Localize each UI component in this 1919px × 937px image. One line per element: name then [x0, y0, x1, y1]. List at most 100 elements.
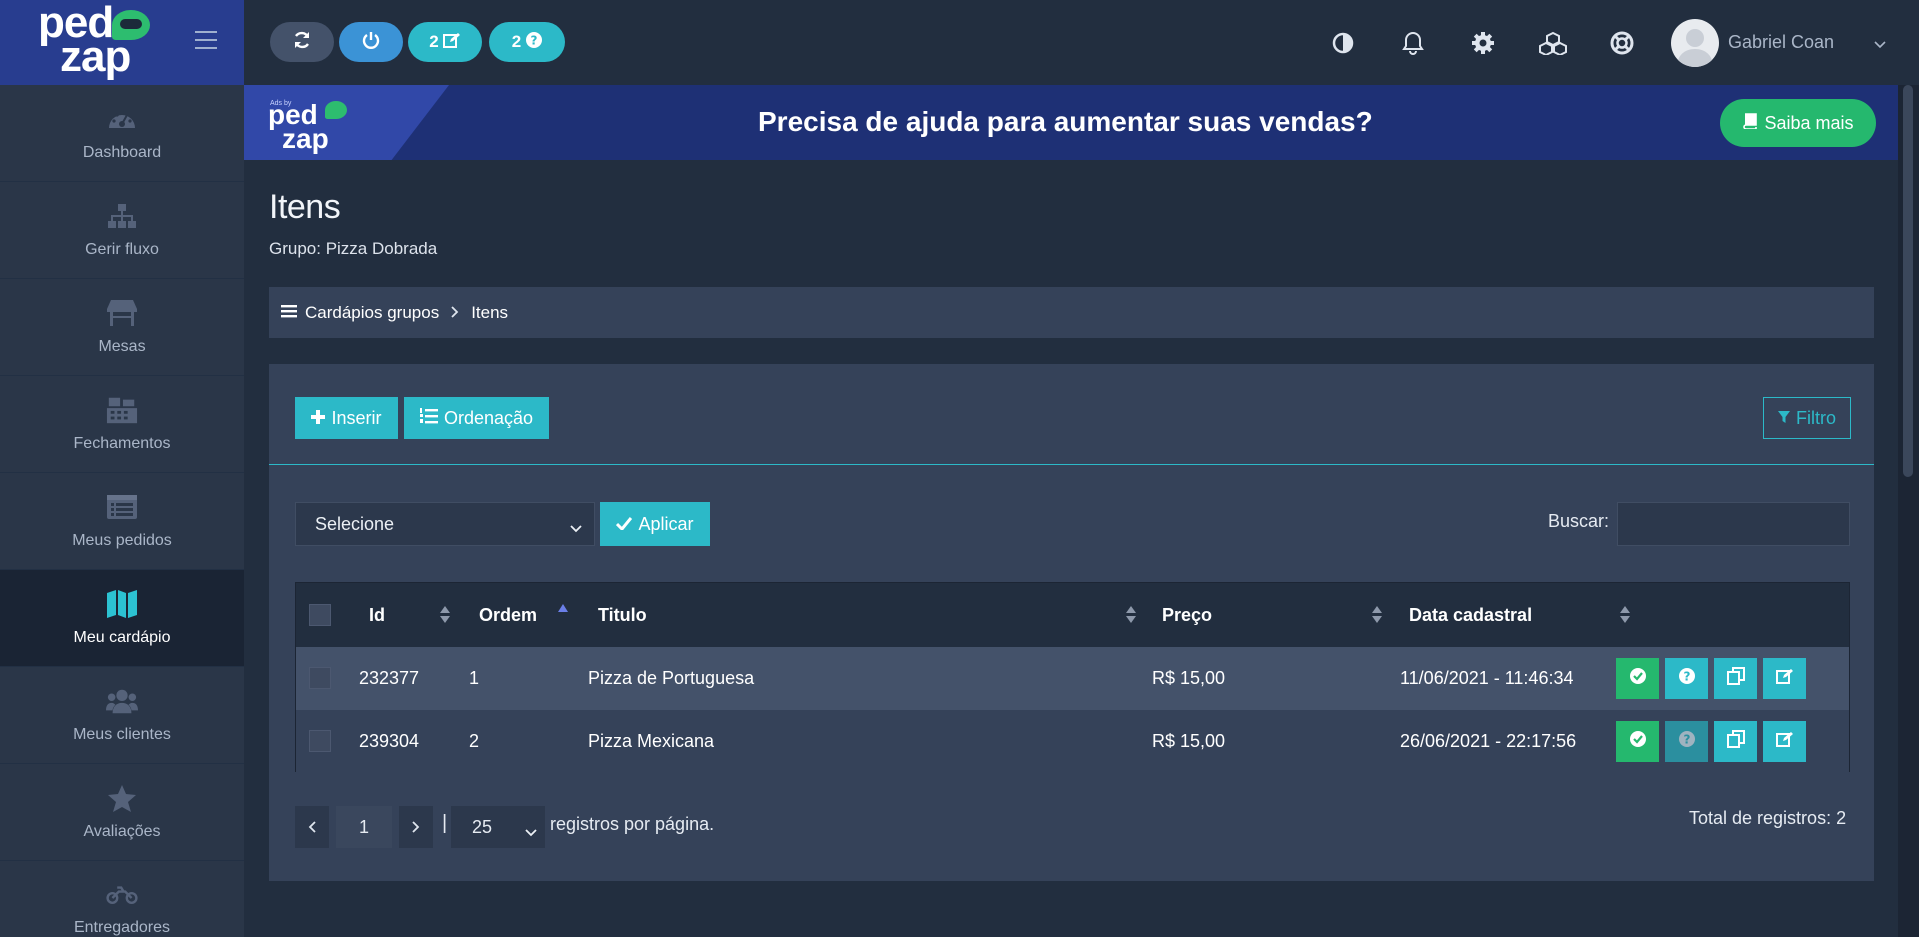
breadcrumb-parent-label: Cardápios grupos: [305, 302, 440, 322]
sidebar-item-fechamentos[interactable]: Fechamentos: [0, 376, 244, 473]
column-id[interactable]: Id: [369, 605, 385, 626]
refresh-icon: [293, 31, 311, 54]
edit-icon: [442, 32, 461, 53]
sort-data-icon[interactable]: [1620, 606, 1630, 624]
sort-titulo-icon[interactable]: [1126, 606, 1136, 624]
pending-edits-count: 2: [429, 32, 439, 51]
sidebar-item-label: Fechamentos: [73, 435, 171, 452]
sidebar-item-entregadores[interactable]: Entregadores: [0, 861, 244, 937]
users-icon: [106, 686, 138, 716]
check-circle-icon: [1629, 668, 1646, 689]
question-circle-icon: ?: [1678, 731, 1695, 752]
map-icon: [106, 589, 138, 619]
sidebar-item-label: Avaliações: [83, 823, 161, 840]
saiba-mais-button[interactable]: Saiba mais: [1720, 99, 1876, 147]
sidebar-item-avaliacoes[interactable]: Avaliações: [0, 764, 244, 861]
cell-data: 26/06/2021 - 22:17:56: [1400, 731, 1577, 751]
ordering-button[interactable]: Ordenação: [404, 397, 549, 439]
sidebar-item-gerir-fluxo[interactable]: Gerir fluxo: [0, 182, 244, 279]
question-button[interactable]: ?: [1665, 721, 1708, 762]
cell-titulo: Pizza de Portuguesa: [588, 668, 755, 688]
bulk-action-value: Selecione: [315, 513, 395, 534]
table-header: Id Ordem Titulo Preço Data cadastral: [296, 583, 1849, 647]
page-scrollbar[interactable]: [1898, 85, 1919, 937]
chevron-down-icon[interactable]: [1874, 36, 1886, 54]
scrollbar-thumb[interactable]: [1903, 85, 1913, 477]
cell-ordem: 2: [469, 731, 480, 751]
sidebar-item-label: Gerir fluxo: [85, 241, 159, 258]
sort-id-icon[interactable]: [440, 606, 450, 624]
sidebar-item-meu-cardapio[interactable]: Meu cardápio: [0, 570, 244, 667]
user-name[interactable]: Gabriel Coan: [1728, 32, 1834, 53]
page-title: Itens: [269, 188, 341, 226]
items-panel: Inserir Ordenação Filtro Selecione Aplic…: [269, 364, 1874, 881]
current-page-input[interactable]: 1: [336, 806, 392, 848]
sort-asc-icon[interactable]: [558, 604, 568, 612]
edit-button[interactable]: [1763, 658, 1806, 699]
refresh-button[interactable]: [270, 22, 334, 62]
apply-label: Aplicar: [638, 513, 694, 534]
question-button[interactable]: ?: [1665, 658, 1708, 699]
sidebar-item-mesas[interactable]: Mesas: [0, 279, 244, 376]
column-preco[interactable]: Preço: [1162, 605, 1212, 626]
next-page-button[interactable]: [399, 806, 433, 848]
row-checkbox[interactable]: [309, 667, 331, 689]
apply-button[interactable]: Aplicar: [600, 502, 710, 546]
bulk-action-select[interactable]: Selecione: [295, 502, 595, 546]
duplicate-button[interactable]: [1714, 721, 1757, 762]
banner-logo: ped zap: [268, 99, 329, 154]
insert-button[interactable]: Inserir: [295, 397, 398, 439]
cell-ordem: 1: [469, 668, 480, 688]
insert-label: Inserir: [331, 407, 382, 428]
contrast-icon[interactable]: [1329, 29, 1357, 57]
topbar: 2 2 ? Gabriel Coan: [244, 0, 1919, 85]
column-titulo[interactable]: Titulo: [598, 605, 647, 626]
table-row: 239304 2 Pizza Mexicana R$ 15,00 26/06/2…: [296, 710, 1849, 773]
column-data-cadastral[interactable]: Data cadastral: [1409, 605, 1532, 626]
cash-register-icon: [106, 395, 138, 425]
sidebar-item-label: Dashboard: [82, 144, 162, 161]
activate-button[interactable]: [1616, 658, 1659, 699]
filter-label: Filtro: [1796, 407, 1836, 428]
duplicate-button[interactable]: [1714, 658, 1757, 699]
logo[interactable]: ped zap: [38, 1, 158, 79]
filter-button[interactable]: Filtro: [1763, 397, 1851, 439]
panel-toolbar: Inserir Ordenação Filtro: [269, 364, 1874, 465]
sidebar-item-label: Meus pedidos: [72, 532, 172, 549]
sidebar-item-label: Meu cardápio: [73, 629, 171, 646]
sidebar-item-label: Entregadores: [73, 919, 171, 936]
bell-icon[interactable]: [1399, 29, 1427, 57]
sidebar-item-meus-pedidos[interactable]: Meus pedidos: [0, 473, 244, 570]
cell-id: 232377: [359, 668, 420, 688]
copy-icon: [1726, 667, 1745, 690]
search-input[interactable]: [1617, 502, 1850, 546]
pending-questions-count: 2: [511, 32, 522, 51]
avatar[interactable]: [1671, 19, 1719, 67]
svg-text:?: ?: [1683, 670, 1690, 684]
plus-icon: [311, 408, 326, 429]
breadcrumb-parent[interactable]: Cardápios grupos: [281, 303, 439, 323]
filter-icon: [1778, 408, 1790, 429]
per-page-select[interactable]: 25: [451, 806, 545, 848]
select-all-checkbox[interactable]: [309, 604, 331, 626]
sidebar-item-meus-clientes[interactable]: Meus clientes: [0, 667, 244, 764]
prev-page-button[interactable]: [295, 806, 329, 848]
sidebar-item-label: Mesas: [98, 338, 146, 355]
lifebuoy-icon[interactable]: [1608, 29, 1636, 57]
edit-button[interactable]: [1763, 721, 1806, 762]
pending-edits-button[interactable]: 2: [408, 22, 482, 62]
gear-icon[interactable]: [1469, 29, 1497, 57]
copy-icon: [1726, 730, 1745, 753]
power-button[interactable]: [339, 22, 403, 62]
list-icon: [106, 492, 138, 522]
activate-button[interactable]: [1616, 721, 1659, 762]
hamburger-menu-icon[interactable]: [195, 31, 217, 55]
row-checkbox[interactable]: [309, 730, 331, 752]
pending-questions-button[interactable]: 2 ?: [489, 22, 565, 62]
sidebar-item-dashboard[interactable]: Dashboard: [0, 85, 244, 182]
breadcrumb: Cardápios grupos Itens: [269, 287, 1874, 338]
edit-icon: [1775, 731, 1794, 752]
column-ordem[interactable]: Ordem: [479, 605, 537, 626]
sort-preco-icon[interactable]: [1372, 606, 1382, 624]
cubes-icon[interactable]: [1536, 29, 1570, 57]
